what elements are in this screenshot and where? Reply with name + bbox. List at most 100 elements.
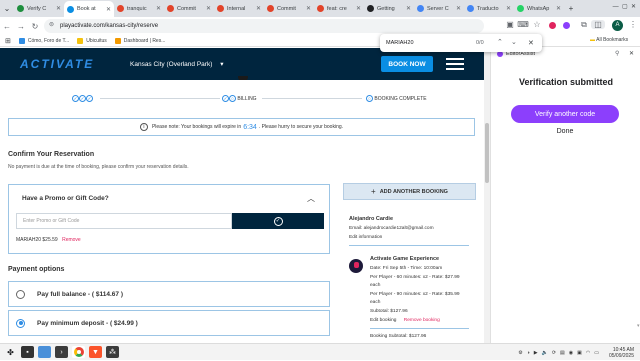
step-line [262, 98, 362, 99]
tab-close-icon[interactable]: ✕ [456, 5, 461, 12]
terminal-icon[interactable]: ▪ [21, 346, 34, 358]
install-icon[interactable]: ▣ [503, 20, 517, 29]
pin-icon[interactable]: ⚲ [615, 50, 619, 57]
battery-icon[interactable]: ▭ [594, 350, 599, 356]
browser-tab[interactable]: Traducto ✕ [464, 1, 514, 16]
tab-close-icon[interactable]: ✕ [56, 5, 61, 12]
tray-icon[interactable]: ◉ [569, 350, 573, 356]
all-bookmarks[interactable]: ▬ All Bookmarks [590, 37, 628, 43]
extensions-puzzle-icon[interactable]: ⧉ [577, 20, 591, 30]
tab-close-icon[interactable]: ✕ [156, 5, 161, 12]
media-icon[interactable]: ▶ [534, 350, 538, 356]
side-panel: EditorAssist ⚲ ✕ Verification submitted … [490, 48, 640, 343]
promo-code-input[interactable]: Enter Promo or Gift Code [16, 213, 232, 229]
close-panel-icon[interactable]: ✕ [629, 50, 634, 57]
shell-icon[interactable]: › [55, 346, 68, 358]
translate-icon[interactable]: ⌨ [516, 20, 530, 29]
tab-close-icon[interactable]: ✕ [356, 5, 361, 12]
tray-icon[interactable]: ▤ [560, 350, 565, 356]
browser-tab[interactable]: Book at ✕ [64, 1, 114, 17]
address-bar[interactable]: ⊜ playactivate.com/kansas-city/reserve [44, 19, 484, 33]
edit-information-link[interactable]: Edit information [349, 235, 382, 240]
back-icon[interactable]: ← [0, 22, 14, 31]
volume-icon[interactable]: 🔈 [542, 350, 548, 356]
tab-close-icon[interactable]: ✕ [306, 5, 311, 12]
find-next-icon[interactable]: ⌄ [511, 38, 517, 46]
apply-promo-button[interactable]: ✓ [232, 213, 324, 229]
tab-title: Book at [77, 6, 96, 12]
tab-search-icon[interactable]: ⌄ [0, 4, 14, 13]
start-icon[interactable]: ✤ [4, 346, 17, 358]
browser-tab[interactable]: Internal ✕ [214, 1, 264, 16]
wifi-icon[interactable]: ◠ [586, 350, 590, 356]
pay-min-radio[interactable] [16, 318, 25, 328]
find-count: 0/0 [476, 40, 484, 46]
chevron-up-icon[interactable]: ︿ [307, 193, 315, 204]
pay-full-radio[interactable] [16, 289, 25, 299]
browser-tab[interactable]: Verify C ✕ [14, 1, 64, 16]
new-tab-button[interactable]: + [564, 4, 578, 13]
done-button[interactable]: Done [491, 128, 639, 135]
tray-icon[interactable]: ▣ [577, 350, 582, 356]
pay-min-option[interactable]: Pay minimum deposit - ( $24.99 ) [8, 310, 330, 336]
forward-icon[interactable]: → [14, 22, 28, 31]
book-now-button[interactable]: BOOK NOW [381, 56, 433, 72]
bookmark-item[interactable]: Ubicuitus [77, 37, 107, 44]
browser-tab[interactable]: Server C ✕ [414, 1, 464, 16]
find-input[interactable]: MARIAH20 [386, 40, 414, 46]
add-another-booking-button[interactable]: + ADD ANOTHER BOOKING [343, 183, 476, 200]
find-prev-icon[interactable]: ⌃ [497, 38, 503, 46]
tray-icon[interactable]: ⚙ [518, 350, 522, 356]
pay-full-option[interactable]: Pay full balance - ( $114.67 ) [8, 281, 330, 307]
apps-icon[interactable]: ⊞ [5, 37, 11, 45]
tray-icon[interactable]: ◑ [527, 350, 530, 356]
browser-tab[interactable]: feat: cre ✕ [314, 1, 364, 16]
applied-code: MARIAH20 $25.59 Remove [16, 237, 81, 243]
edit-booking-link[interactable]: Edit booking [370, 318, 396, 323]
remove-code-link[interactable]: Remove [62, 237, 81, 243]
tab-favicon [467, 5, 474, 12]
bookmark-item[interactable]: Dashboard | Res... [114, 37, 165, 44]
panel-scroll-arrow-icon[interactable]: ▾ [637, 323, 640, 329]
bookmark-star-icon[interactable]: ☆ [530, 20, 544, 29]
tab-close-icon[interactable]: ✕ [506, 5, 511, 12]
tab-close-icon[interactable]: ✕ [406, 5, 411, 12]
reload-icon[interactable]: ↻ [28, 22, 42, 31]
profile-avatar[interactable]: A [612, 20, 623, 31]
brave-icon[interactable]: ▼ [89, 346, 102, 358]
site-logo[interactable]: ACTIVATE [20, 57, 94, 71]
app-grid-icon[interactable]: ⁂ [106, 346, 119, 358]
files-icon[interactable] [38, 346, 51, 358]
extension-icon[interactable] [549, 22, 556, 29]
chrome-icon[interactable] [72, 346, 85, 358]
browser-tab[interactable]: Commit ✕ [164, 1, 214, 16]
remove-booking-link[interactable]: Remove booking [404, 318, 440, 323]
scrollbar-thumb[interactable] [485, 123, 489, 183]
divider [349, 245, 469, 246]
browser-tab[interactable]: Commit ✕ [264, 1, 314, 16]
hamburger-menu-icon[interactable] [446, 58, 464, 70]
extension-icon[interactable] [563, 22, 570, 29]
menu-icon[interactable]: ⋮ [626, 20, 640, 29]
tab-close-icon[interactable]: ✕ [106, 6, 111, 13]
browser-tab[interactable]: Getting ✕ [364, 1, 414, 16]
step-complete: ○ BOOKING COMPLETE [366, 95, 427, 102]
payment-title: Payment options [8, 266, 65, 273]
tab-close-icon[interactable]: ✕ [256, 5, 261, 12]
folder-icon [77, 37, 84, 44]
bookmark-item[interactable]: Cómo, Foro de T... [18, 37, 69, 44]
find-close-icon[interactable]: ✕ [528, 39, 534, 47]
plus-icon: + [371, 187, 376, 196]
tab-close-icon[interactable]: ✕ [556, 5, 561, 12]
tab-close-icon[interactable]: ✕ [206, 5, 211, 12]
side-panel-icon[interactable]: ◫ [591, 20, 605, 29]
location-select[interactable]: Kansas City (Overland Park) ▾ [130, 60, 223, 68]
site-info-icon[interactable]: ⊜ [49, 21, 54, 28]
browser-tab[interactable]: WhatsAp ✕ [514, 1, 564, 16]
browser-tab[interactable]: tranquic ✕ [114, 1, 164, 16]
verify-another-code-button[interactable]: Verify another code [511, 105, 619, 123]
clock[interactable]: 10:45 AM 05/09/2025 [605, 347, 634, 359]
tab-title: tranquic [127, 5, 147, 12]
tray-icon[interactable]: ⟳ [552, 350, 556, 356]
window-controls[interactable]: — ▢ ✕ [613, 3, 636, 10]
